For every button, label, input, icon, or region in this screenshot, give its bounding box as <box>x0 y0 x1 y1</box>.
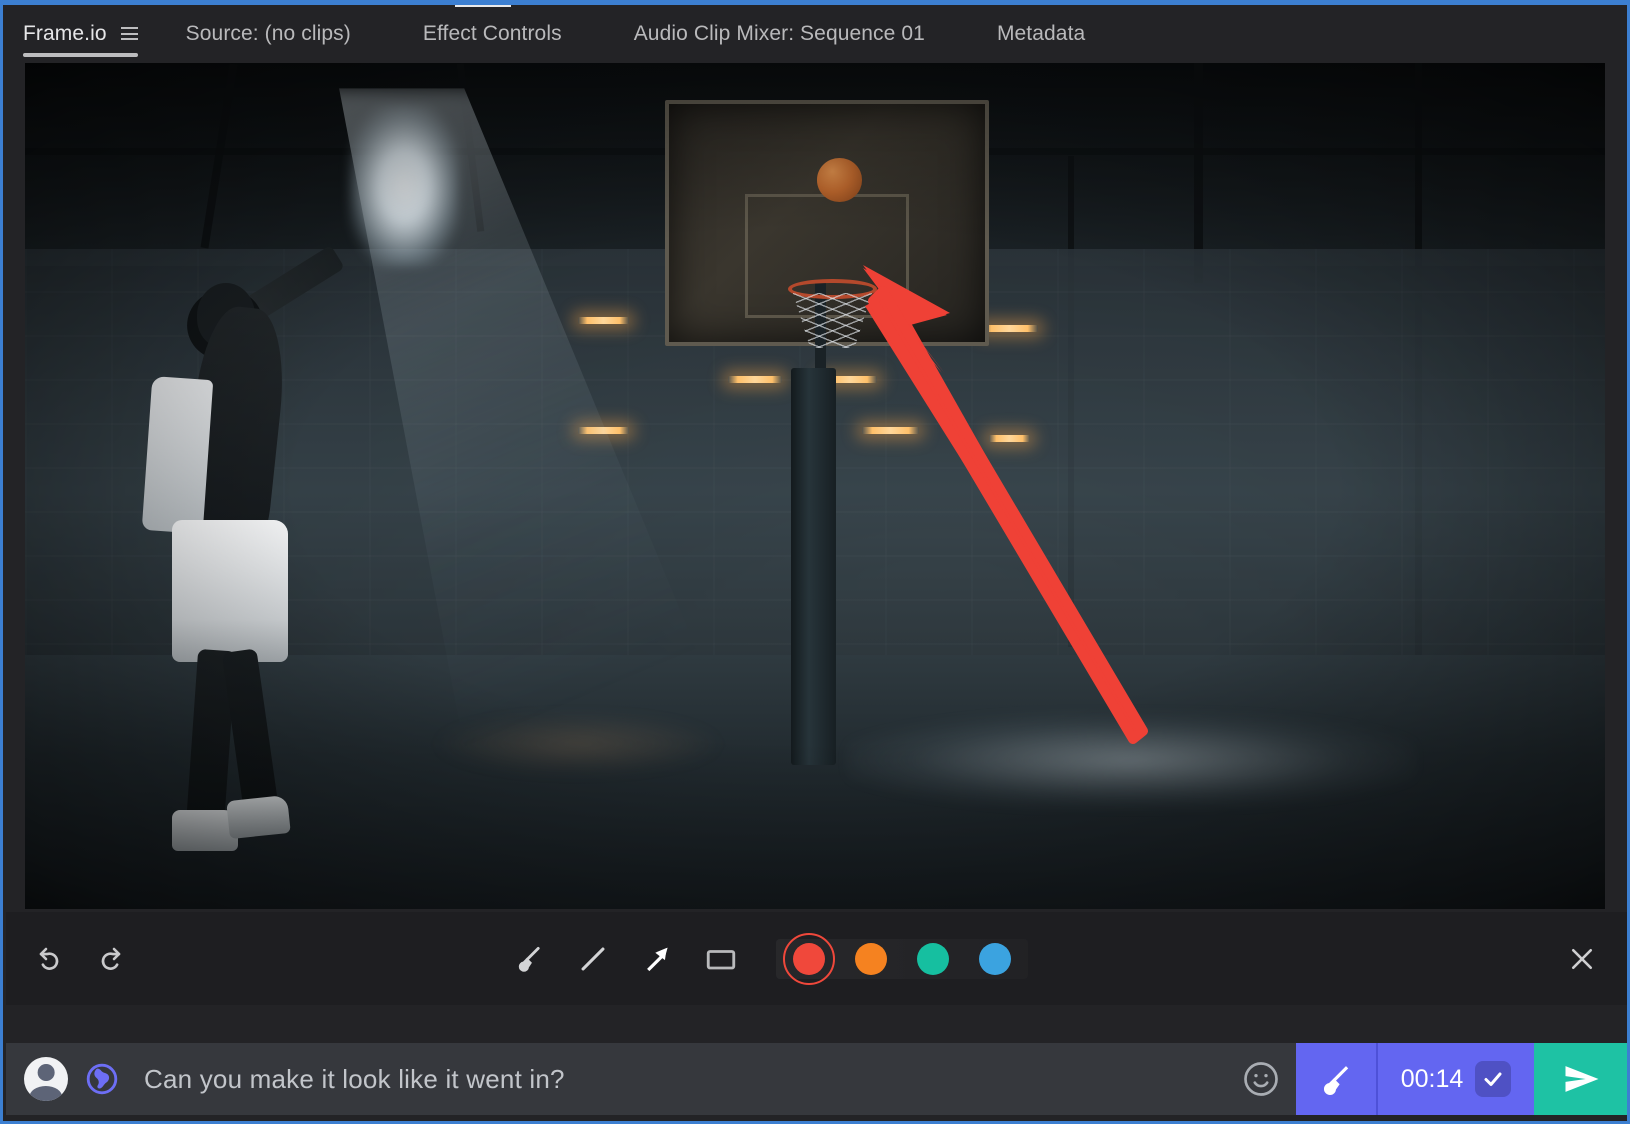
line-tool[interactable] <box>570 936 616 982</box>
color-swatch-red[interactable] <box>778 939 840 979</box>
annotation-toolbar <box>6 912 1627 1005</box>
timestamp-label: 00:14 <box>1400 1064 1464 1093</box>
tab-frameio-label: Frame.io <box>23 21 107 45</box>
tab-source[interactable]: Source: (no clips) <box>186 5 351 62</box>
video-viewer[interactable] <box>25 63 1605 909</box>
emoji-button[interactable] <box>1226 1043 1296 1115</box>
rectangle-tool[interactable] <box>698 936 744 982</box>
brush-tool[interactable] <box>506 936 552 982</box>
tab-source-label: Source: (no clips) <box>185 21 351 45</box>
tab-effect-controls-label: Effect Controls <box>422 21 562 45</box>
color-swatch-teal[interactable] <box>902 939 964 979</box>
comment-input[interactable] <box>120 1043 1226 1115</box>
close-annotation-button[interactable] <box>1562 939 1602 979</box>
hamburger-menu-icon[interactable] <box>120 27 138 40</box>
timestamp-checkbox[interactable] <box>1475 1061 1512 1097</box>
arrow-tool[interactable] <box>634 936 680 982</box>
frameio-panel: Frame.io Source: (no clips) Effect Contr… <box>0 0 1630 1124</box>
annotate-button[interactable] <box>1296 1043 1378 1115</box>
tab-active-underline <box>23 53 138 57</box>
tab-metadata[interactable]: Metadata <box>997 5 1085 62</box>
color-swatch-orange[interactable] <box>840 939 902 979</box>
avatar[interactable] <box>24 1057 68 1101</box>
comment-bar: 00:14 <box>6 1043 1627 1115</box>
send-button[interactable] <box>1534 1043 1627 1115</box>
color-swatch-blue[interactable] <box>964 939 1026 979</box>
tab-metadata-label: Metadata <box>996 21 1086 45</box>
tab-audio-clip-mixer[interactable]: Audio Clip Mixer: Sequence 01 <box>634 5 925 62</box>
docked-tab-nub <box>455 5 511 7</box>
timestamp-button[interactable]: 00:14 <box>1378 1043 1534 1115</box>
undo-button[interactable] <box>28 936 74 982</box>
tab-frameio[interactable]: Frame.io <box>23 5 138 62</box>
tab-effect-controls[interactable]: Effect Controls <box>423 5 562 62</box>
video-frame-image <box>25 63 1605 909</box>
color-swatch-group <box>776 938 1028 979</box>
tab-audio-clip-mixer-label: Audio Clip Mixer: Sequence 01 <box>633 21 925 45</box>
redo-button[interactable] <box>86 936 132 982</box>
panel-tab-bar: Frame.io Source: (no clips) Effect Contr… <box>3 5 1627 62</box>
globe-icon[interactable] <box>84 1061 120 1097</box>
